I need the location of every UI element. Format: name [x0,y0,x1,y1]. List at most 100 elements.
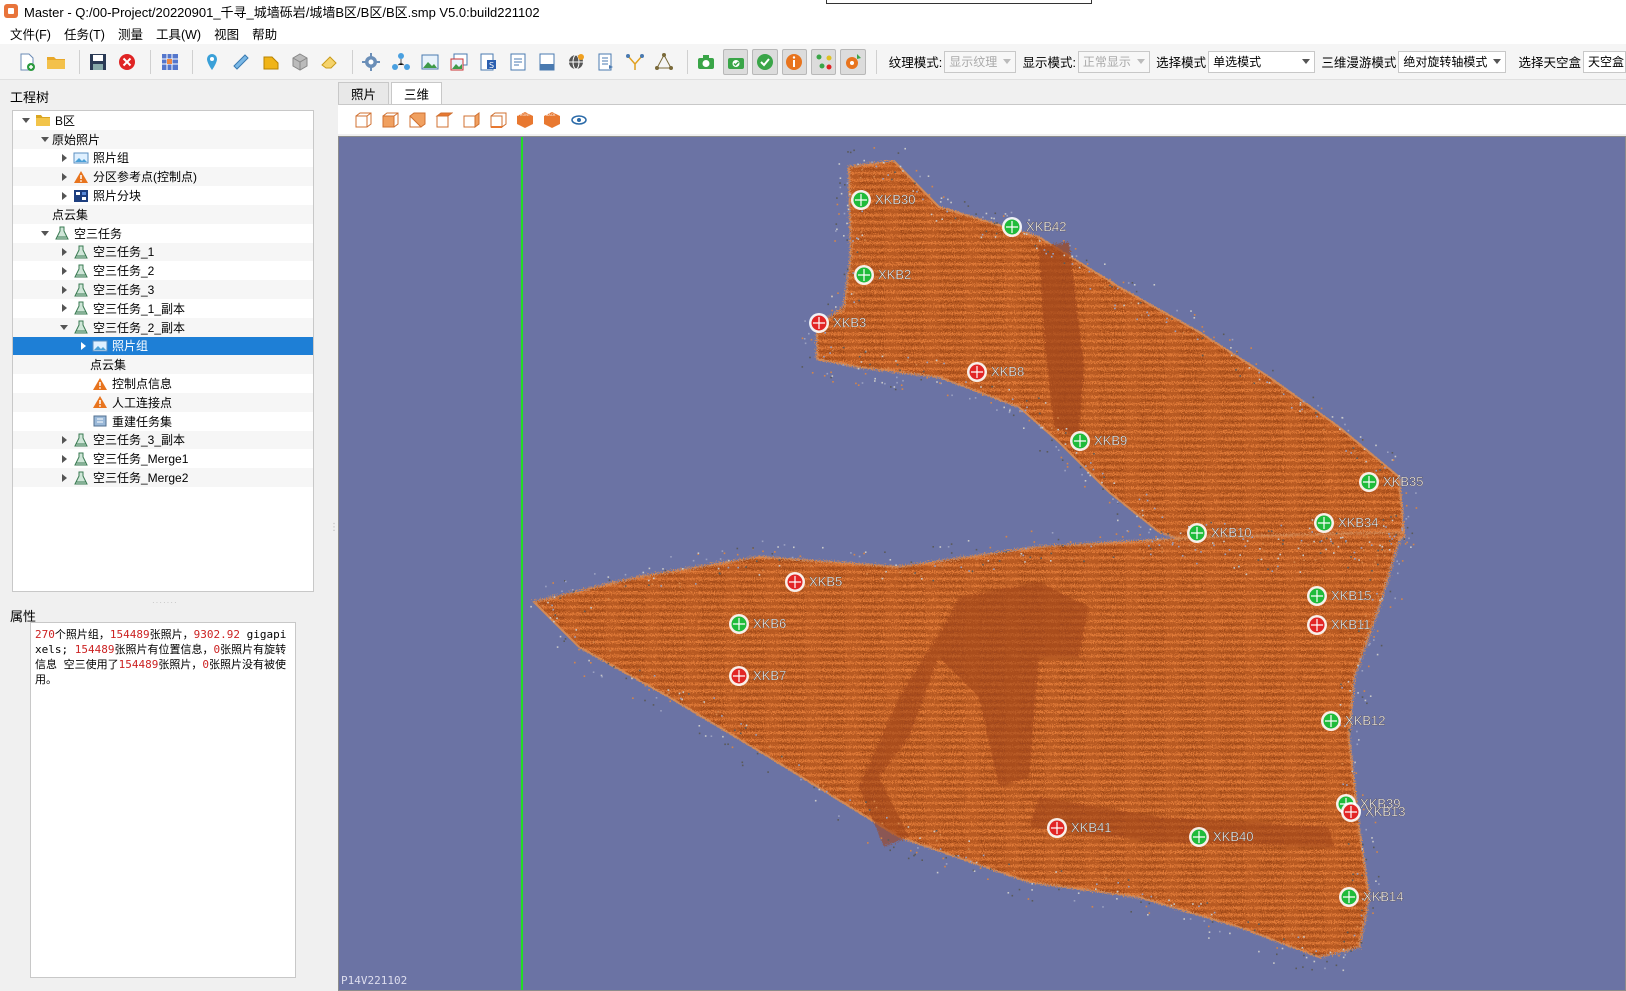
tree-item[interactable]: 空三任务_2_副本 [13,317,313,337]
s-doc-icon[interactable]: S [476,49,501,75]
tree-item[interactable]: 控制点信息 [13,374,313,393]
grid-icon[interactable] [157,49,182,75]
chevron-right-icon[interactable] [57,264,71,278]
cloud-point [858,555,861,558]
tree-item[interactable]: 照片分块 [13,186,313,205]
chevron-down-icon[interactable] [19,113,33,127]
view-cube-4-icon[interactable] [433,109,455,131]
splitter-handle[interactable]: ······· [152,598,178,607]
area-icon[interactable] [258,49,283,75]
tree-item[interactable]: 空三任务_Merge1 [13,449,313,468]
tab-photos[interactable]: 照片 [338,82,390,104]
chevron-right-icon[interactable] [57,471,71,485]
control-point-marker[interactable]: XKB14 [1339,887,1404,907]
point-cloud-scene[interactable]: XKB30 XKB42 XKB2 XKB3 XKB8 XKB9 XKB35 XKB34 XKB1… [339,137,1626,991]
save-icon[interactable] [86,49,111,75]
chevron-right-icon[interactable] [57,151,71,165]
ruler-icon[interactable] [229,49,254,75]
texture-mode-select[interactable]: 显示纹理 [944,50,1017,73]
pin-icon[interactable] [199,49,224,75]
chevron-right-icon[interactable] [57,189,71,203]
cloud-point [1230,347,1232,349]
view-cube-6-icon[interactable] [487,109,509,131]
chevron-right-icon[interactable] [57,283,71,297]
view-cube-1-icon[interactable] [352,109,374,131]
image-icon[interactable] [417,49,442,75]
control-point-marker[interactable]: XKB13 [1341,802,1406,822]
tree-item[interactable]: 空三任务_3 [13,280,313,299]
info-icon[interactable] [781,48,808,75]
tree-item[interactable]: 空三任务_1_副本 [13,299,313,318]
marker-icon[interactable] [840,48,866,75]
control-point-marker[interactable]: XKB42 [1002,217,1067,237]
tree-item[interactable]: 点云集 [13,355,313,375]
tab-3d[interactable]: 三维 [391,82,443,104]
view-cube-2-icon[interactable] [379,109,401,131]
camera-icon[interactable] [694,49,719,75]
vertical-splitter[interactable] [326,82,339,991]
log-icon[interactable] [534,49,559,75]
window-title: Master - Q:/00-Project/20220901_千寻_城墙砾岩/… [24,4,540,20]
select-mode-select[interactable]: 单选模式 [1208,50,1316,73]
chevron-down-icon[interactable] [38,132,52,146]
control-point-marker[interactable]: XKB12 [1321,711,1386,731]
eraser-icon[interactable] [316,49,341,75]
menu-view[interactable]: 视图 [210,24,248,43]
menu-file[interactable]: 文件(F) [6,24,60,43]
chevron-down-icon[interactable] [38,226,52,240]
settings-gear-icon[interactable] [359,49,384,75]
tree-item[interactable]: 原始照片 [13,129,313,149]
view-back-icon[interactable]: BACK [541,109,563,131]
tree-item-label: 空三任务 [74,226,123,241]
menu-measure[interactable]: 测量 [114,24,152,43]
network-icon[interactable] [388,49,413,75]
chevron-right-icon[interactable] [57,301,71,315]
view-eye-icon[interactable] [568,109,590,131]
new-project-icon[interactable] [14,49,39,75]
images-icon[interactable] [447,49,472,75]
close-red-icon[interactable] [115,49,140,75]
globe-icon[interactable] [564,49,589,75]
tree-item[interactable]: 照片组 [13,149,313,168]
chevron-right-icon[interactable] [57,433,71,447]
menu-help[interactable]: 帮助 [248,24,286,43]
export-icon[interactable] [593,49,618,75]
tree-item[interactable]: B区 [13,111,313,130]
tie-points-icon[interactable] [652,49,677,75]
triangulate-icon[interactable] [622,49,647,75]
tree-item[interactable]: 空三任务_3_副本 [13,430,313,450]
nav-mode-select[interactable]: 绝对旋转轴模式 [1398,50,1507,73]
cube-icon[interactable] [287,49,312,75]
chevron-down-icon[interactable] [57,320,71,334]
tree-item[interactable]: 点云集 [13,204,313,224]
menu-task[interactable]: 任务(T) [60,24,114,43]
tree-item[interactable]: 空三任务_2 [13,261,313,280]
chevron-right-icon[interactable] [57,452,71,466]
display-mode-select[interactable]: 正常显示 [1077,50,1151,73]
dots-icon[interactable] [811,48,837,75]
tree-item[interactable]: 分区参考点(控制点) [13,167,313,187]
tree-item[interactable]: 空三任务_1 [13,242,313,262]
camera-check-icon[interactable] [723,48,749,75]
chevron-right-icon[interactable] [76,339,90,353]
check-icon[interactable] [752,48,778,75]
open-folder-icon[interactable] [43,49,68,75]
text-doc-icon[interactable] [505,49,530,75]
skybox-select[interactable]: 天空盒 [1582,50,1626,73]
chevron-right-icon[interactable] [57,245,71,259]
3d-viewport[interactable]: XKB30 XKB42 XKB2 XKB3 XKB8 XKB9 XKB35 XKB34 XKB1… [338,136,1626,991]
tree-item[interactable]: 空三任务_Merge2 [13,468,313,487]
view-cube-3-icon[interactable] [406,109,428,131]
chevron-right-icon[interactable] [57,170,71,184]
view-cube-5-icon[interactable] [460,109,482,131]
cloud-point [871,161,873,163]
cloud-point [1412,543,1415,546]
tree-item[interactable]: 人工连接点 [13,392,313,412]
tree-item[interactable]: 重建任务集 [13,412,313,431]
view-front-icon[interactable]: FRONT [514,109,536,131]
tree-item[interactable]: 空三任务 [13,224,313,243]
tree-item[interactable]: 照片组 [13,336,313,356]
menu-tools[interactable]: 工具(W) [152,24,210,43]
cloud-point [857,163,859,166]
cloud-point [583,610,586,613]
